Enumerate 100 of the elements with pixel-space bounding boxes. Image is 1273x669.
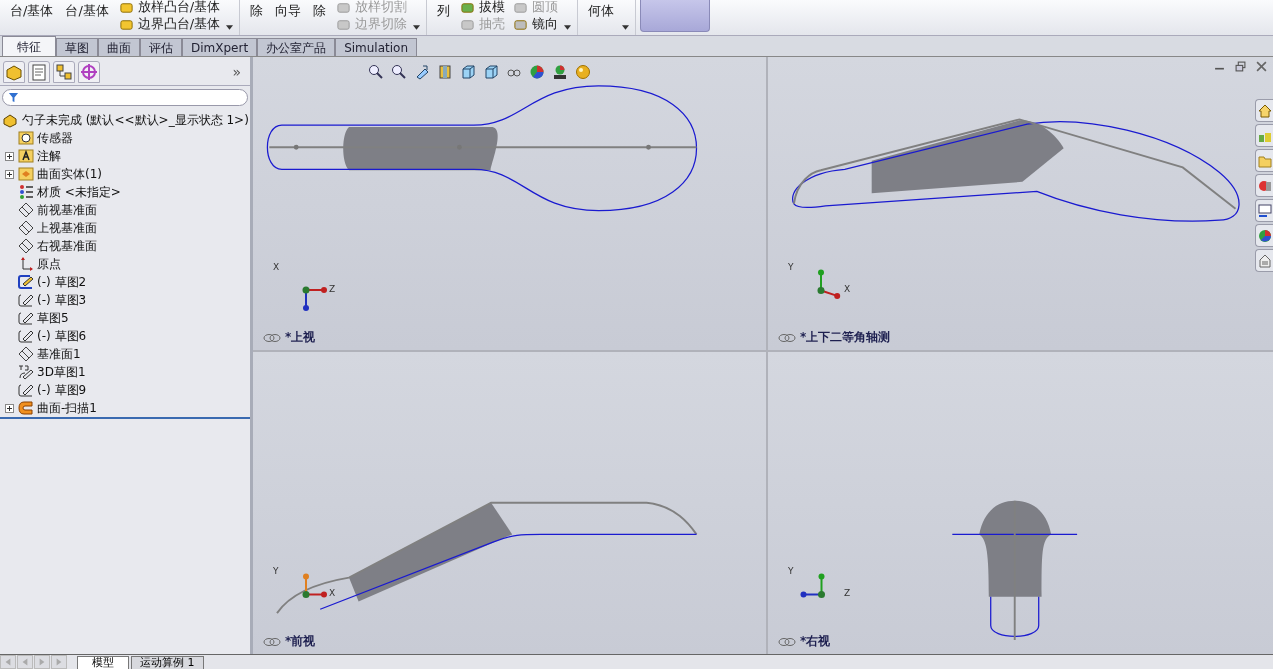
- axis-label: Y: [788, 566, 794, 576]
- sketch3d-icon: [18, 364, 34, 380]
- axis-label: X: [329, 588, 336, 598]
- link-icon[interactable]: [778, 636, 796, 647]
- toolbar-button[interactable]: 边界凸台/基体: [116, 16, 223, 32]
- surface-folder-icon: [18, 166, 34, 182]
- axis-label: Y: [273, 566, 279, 576]
- view-orientation-icon[interactable]: [460, 64, 476, 80]
- tree-item[interactable]: 前视基准面: [37, 201, 97, 219]
- axis-triad-drawing: [302, 572, 328, 598]
- expand-icon[interactable]: [4, 403, 14, 413]
- viewport[interactable]: Y X *前视: [253, 352, 766, 654]
- tab[interactable]: DimXpert: [182, 38, 258, 56]
- toolbar-button[interactable]: 除: [309, 2, 331, 32]
- plane-icon: [18, 220, 34, 236]
- filter-icon: [8, 92, 19, 103]
- appearance-icon[interactable]: [529, 64, 545, 80]
- library-icon[interactable]: [1255, 174, 1273, 197]
- link-icon[interactable]: [778, 332, 796, 343]
- caret-icon[interactable]: [413, 25, 421, 30]
- toolbar-button[interactable]: 列: [433, 2, 455, 32]
- caret-icon[interactable]: [564, 25, 572, 30]
- scene-icon[interactable]: [552, 64, 568, 80]
- toolbar-button[interactable]: 拔模: [458, 0, 508, 15]
- tab[interactable]: Simulation: [335, 38, 418, 56]
- property-icon[interactable]: [28, 61, 50, 83]
- toolbar-button[interactable]: 向导: [271, 2, 306, 32]
- restore-icon[interactable]: [1235, 61, 1246, 72]
- tree-item[interactable]: 曲面-扫描1: [37, 399, 97, 417]
- filter-field[interactable]: [2, 89, 248, 106]
- tree-item[interactable]: 传感器: [37, 129, 73, 147]
- section-view-icon[interactable]: [437, 64, 453, 80]
- feature-tree-icon[interactable]: [3, 61, 25, 83]
- expand-button[interactable]: »: [232, 64, 241, 80]
- expand-icon[interactable]: [4, 169, 14, 179]
- tree-item[interactable]: 3D草图1: [37, 363, 86, 381]
- home-icon[interactable]: [1255, 99, 1273, 122]
- view-name: *上下二等角轴测: [800, 329, 891, 346]
- plane-icon: [18, 238, 34, 254]
- link-icon[interactable]: [263, 636, 281, 647]
- view-name: *前视: [285, 633, 316, 650]
- plane-icon: [18, 346, 34, 362]
- tree-item[interactable]: 基准面1: [37, 345, 81, 363]
- link-icon[interactable]: [263, 332, 281, 343]
- close-icon[interactable]: [1256, 61, 1267, 72]
- viewport[interactable]: Y X *上下二等角轴测: [768, 57, 1273, 350]
- sweep-icon: [18, 400, 34, 416]
- tab[interactable]: 草图: [56, 38, 98, 56]
- tab[interactable]: 曲面: [98, 38, 140, 56]
- previous-view-icon[interactable]: [414, 64, 430, 80]
- tree-item[interactable]: 勺子未完成 (默认<<默认>_显示状态 1>): [22, 111, 249, 129]
- caret-icon[interactable]: [226, 25, 234, 30]
- tab[interactable]: 办公室产品: [257, 38, 336, 56]
- axis-triad-drawing: [817, 268, 841, 299]
- tree-item[interactable]: (-) 草图2: [37, 273, 87, 291]
- toolbar-button[interactable]: 除: [246, 2, 268, 32]
- toolbar-button[interactable]: 台/基体: [61, 2, 113, 32]
- sketch-icon: [18, 292, 34, 308]
- tab[interactable]: 特征: [2, 36, 56, 56]
- tree-item[interactable]: (-) 草图3: [37, 291, 87, 309]
- axis-label: Z: [329, 284, 336, 294]
- tab[interactable]: 模型: [77, 656, 129, 669]
- toolbar-button[interactable]: 台/基体: [6, 2, 58, 32]
- view-name: *右视: [800, 633, 831, 650]
- viewport[interactable]: X Z *上视: [253, 57, 766, 350]
- zoom-to-fit-icon[interactable]: [368, 64, 384, 80]
- tree-item[interactable]: 草图5: [37, 309, 69, 327]
- toggle-button[interactable]: [640, 0, 711, 32]
- toolbar-button[interactable]: 放样凸台/基体: [116, 0, 223, 15]
- material-icon: [18, 184, 34, 200]
- tree-item[interactable]: 上视基准面: [37, 219, 97, 237]
- appearance-icon[interactable]: [1255, 224, 1273, 247]
- zoom-area-icon[interactable]: [391, 64, 407, 80]
- origin-icon: [18, 256, 34, 272]
- target-icon[interactable]: [78, 61, 100, 83]
- toolbar-button[interactable]: 镜向: [511, 16, 561, 32]
- display-style-icon[interactable]: [483, 64, 499, 80]
- viewport[interactable]: Y Z *右视: [768, 352, 1273, 654]
- expand-icon[interactable]: [4, 151, 14, 161]
- tab[interactable]: 评估: [140, 38, 182, 56]
- notes-icon[interactable]: [1255, 249, 1273, 272]
- tree-item[interactable]: (-) 草图9: [37, 381, 87, 399]
- feature-icon: [336, 0, 352, 15]
- tree-item[interactable]: 曲面实体(1): [37, 165, 102, 183]
- caret-icon[interactable]: [622, 25, 630, 30]
- tree-item[interactable]: 材质 <未指定>: [37, 183, 121, 201]
- tree-item[interactable]: (-) 草图6: [37, 327, 87, 345]
- tree-item[interactable]: 原点: [37, 255, 61, 273]
- tab[interactable]: 运动算例 1: [131, 656, 204, 669]
- tree-item[interactable]: 右视基准面: [37, 237, 97, 255]
- toolbar-button[interactable]: 何体: [584, 2, 619, 32]
- view-name: *上视: [285, 329, 316, 346]
- lighting-icon[interactable]: [575, 64, 591, 80]
- properties-icon[interactable]: [1255, 199, 1273, 222]
- feature-icon: [460, 0, 476, 15]
- annotation-icon: [18, 148, 34, 164]
- sketch-icon: [18, 310, 34, 326]
- axis-triad-drawing: [302, 286, 328, 312]
- configuration-icon[interactable]: [53, 61, 75, 83]
- tree-item[interactable]: 注解: [37, 147, 61, 165]
